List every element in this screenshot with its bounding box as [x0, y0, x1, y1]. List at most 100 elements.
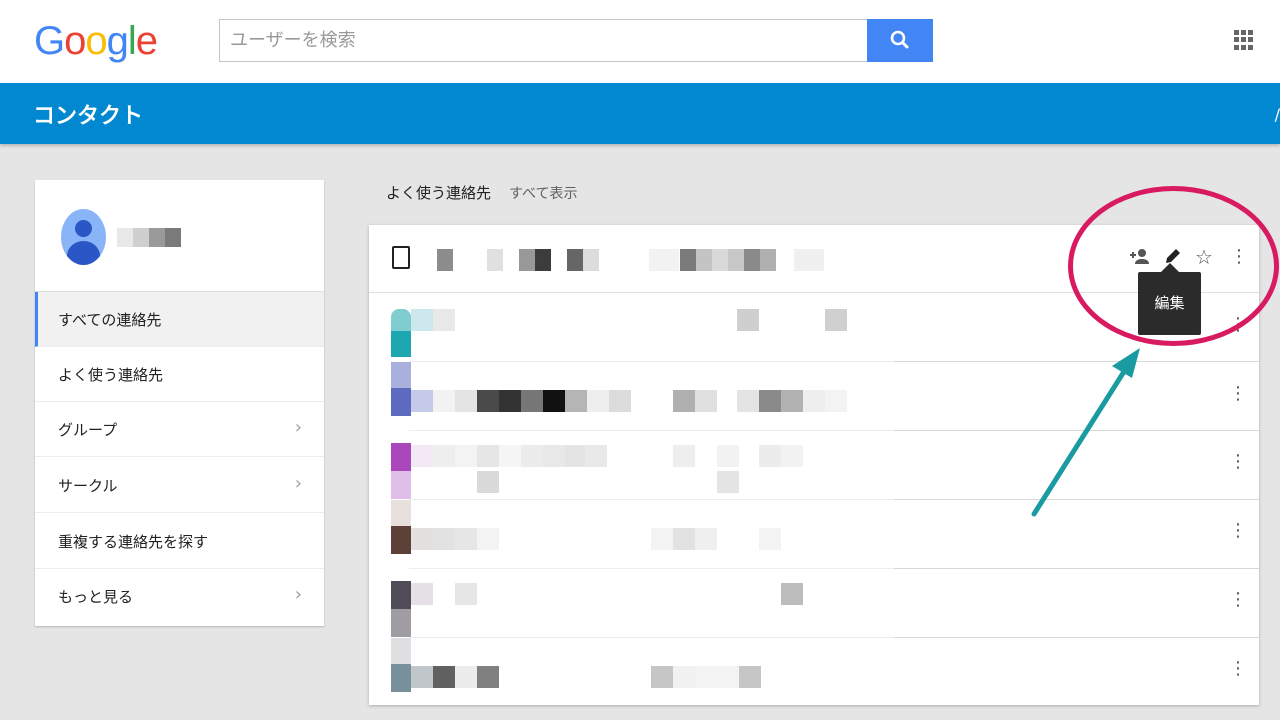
redacted-text: [477, 445, 499, 467]
select-checkbox[interactable]: [392, 246, 410, 269]
redacted-text: [825, 390, 847, 412]
redacted-text: [695, 390, 717, 412]
redacted-text: [759, 390, 781, 412]
contact-row[interactable]: ⋮: [369, 500, 1259, 569]
redacted-text: [411, 309, 433, 331]
redacted-text: [583, 249, 599, 271]
sidebar-item-label: もっと見る: [58, 588, 134, 606]
sidebar-item-all-contacts[interactable]: すべての連絡先: [35, 292, 324, 347]
redacted-text: [487, 249, 503, 271]
more-vert-icon[interactable]: ⋮: [1229, 590, 1247, 610]
sidebar-item-frequent[interactable]: よく使う連絡先: [35, 347, 324, 402]
contact-row[interactable]: ⋮: [369, 569, 1259, 638]
chevron-right-icon: ›: [294, 417, 302, 438]
redacted-text: [433, 666, 455, 688]
redacted-user-name: [117, 228, 181, 247]
redacted-text: [794, 249, 824, 271]
redacted-text: [760, 249, 776, 271]
sidebar-item-groups[interactable]: グループ ›: [35, 402, 324, 457]
redacted-text: [499, 390, 521, 412]
page-title: コンタクト: [33, 104, 144, 129]
redacted-text: [499, 445, 521, 467]
contact-avatar: [391, 362, 411, 388]
apps-grid-icon[interactable]: [1234, 30, 1254, 50]
redacted-text: [437, 249, 453, 271]
redacted-text: [433, 309, 455, 331]
contact-avatar: [391, 581, 411, 609]
redacted-text: [521, 390, 543, 412]
logo-letter: o: [85, 19, 107, 63]
redacted-text: [737, 390, 759, 412]
redacted-text: [651, 528, 673, 550]
redacted-text: [565, 390, 587, 412]
redacted-text: [567, 249, 583, 271]
more-vert-icon[interactable]: ⋮: [1229, 384, 1247, 404]
search-icon: [890, 30, 909, 49]
redacted-text: [712, 249, 728, 271]
redacted-text: [673, 528, 695, 550]
redacted-text: [455, 390, 477, 412]
redacted-text: [781, 390, 803, 412]
redacted-text: [673, 390, 695, 412]
show-all-link[interactable]: すべて表示: [509, 186, 577, 202]
redacted-text: [651, 666, 673, 688]
redacted-text: [411, 390, 433, 412]
more-vert-icon[interactable]: ⋮: [1229, 452, 1247, 472]
redacted-text: [521, 445, 543, 467]
redacted-text: [455, 528, 477, 550]
sidebar-item-circles[interactable]: サークル ›: [35, 458, 324, 513]
sidebar-item-label: すべての連絡先: [58, 311, 162, 329]
contact-row[interactable]: ⋮: [369, 431, 1259, 500]
google-logo[interactable]: Google: [34, 18, 158, 64]
top-header: Google: [0, 0, 1280, 83]
redacted-text: [477, 528, 499, 550]
redacted-text: [585, 445, 607, 467]
sidebar-item-label: グループ: [58, 421, 118, 439]
section-title: よく使う連絡先: [386, 184, 492, 202]
redacted-text: [477, 666, 499, 688]
redacted-text: [411, 445, 433, 467]
contact-row[interactable]: ⋮: [369, 638, 1259, 707]
redacted-text: [433, 445, 455, 467]
contact-avatar: [391, 609, 411, 637]
chevron-right-icon: ›: [294, 473, 302, 494]
redacted-text: [737, 309, 759, 331]
chevron-right-icon: ›: [294, 584, 302, 605]
redacted-text: [543, 390, 565, 412]
redacted-text: [759, 445, 781, 467]
sidebar-item-find-duplicates[interactable]: 重複する連絡先を探す: [35, 514, 324, 569]
search-input[interactable]: [220, 20, 868, 61]
redacted-text: [781, 583, 803, 605]
contact-row[interactable]: ⋮: [369, 362, 1259, 431]
search-button[interactable]: [867, 19, 933, 62]
sidebar-item-label: 重複する連絡先を探す: [58, 533, 209, 551]
redacted-text: [744, 249, 760, 271]
redacted-text: [455, 445, 477, 467]
redacted-text: [535, 249, 551, 271]
sidebar-item-more[interactable]: もっと見る ›: [35, 569, 324, 624]
redacted-text: [728, 249, 744, 271]
redacted-text: [455, 583, 477, 605]
avatar[interactable]: [61, 209, 106, 265]
redacted-text: [717, 471, 739, 493]
sidebar-item-label: サークル: [58, 477, 118, 495]
logo-letter: G: [34, 19, 65, 63]
contact-avatar: [391, 388, 411, 416]
redacted-text: [477, 471, 499, 493]
redacted-text: [803, 390, 825, 412]
redacted-text: [587, 390, 609, 412]
logo-letter: o: [64, 19, 86, 63]
more-vert-icon[interactable]: ⋮: [1229, 521, 1247, 541]
logo-letter: e: [135, 19, 158, 63]
logo-letter: g: [106, 19, 129, 63]
app-bar-edge-glyph: /: [1274, 105, 1280, 124]
redacted-text: [565, 445, 587, 467]
more-vert-icon[interactable]: ⋮: [1229, 659, 1247, 679]
redacted-text: [411, 583, 433, 605]
redacted-text: [519, 249, 535, 271]
sidebar: すべての連絡先 よく使う連絡先 グループ › サークル › 重複する連絡先を探す…: [35, 180, 324, 626]
contact-avatar: [391, 500, 411, 526]
contact-avatar: [391, 526, 411, 554]
redacted-text: [695, 528, 717, 550]
redacted-text: [825, 309, 847, 331]
